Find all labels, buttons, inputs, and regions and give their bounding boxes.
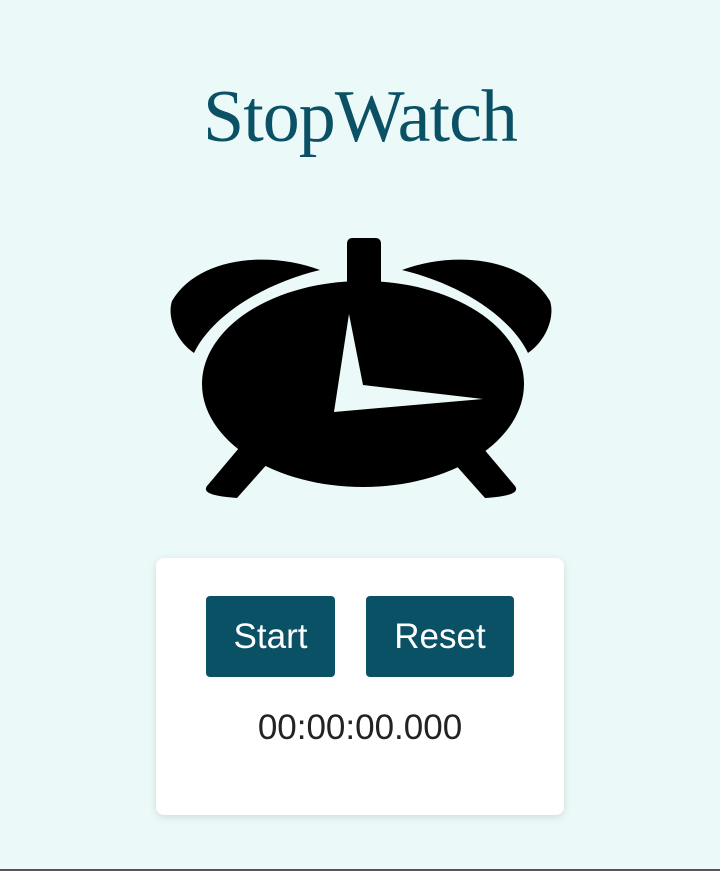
- stopwatch-panel: Start Reset 00:00:00.000: [156, 558, 564, 815]
- reset-button[interactable]: Reset: [366, 596, 514, 677]
- start-button[interactable]: Start: [206, 596, 335, 677]
- page-title: StopWatch: [203, 76, 518, 158]
- stopwatch-page: { "page": { "title": "StopWatch", "icon"…: [0, 0, 720, 871]
- alarm-clock-icon: [170, 238, 552, 498]
- time-display: 00:00:00.000: [257, 708, 463, 747]
